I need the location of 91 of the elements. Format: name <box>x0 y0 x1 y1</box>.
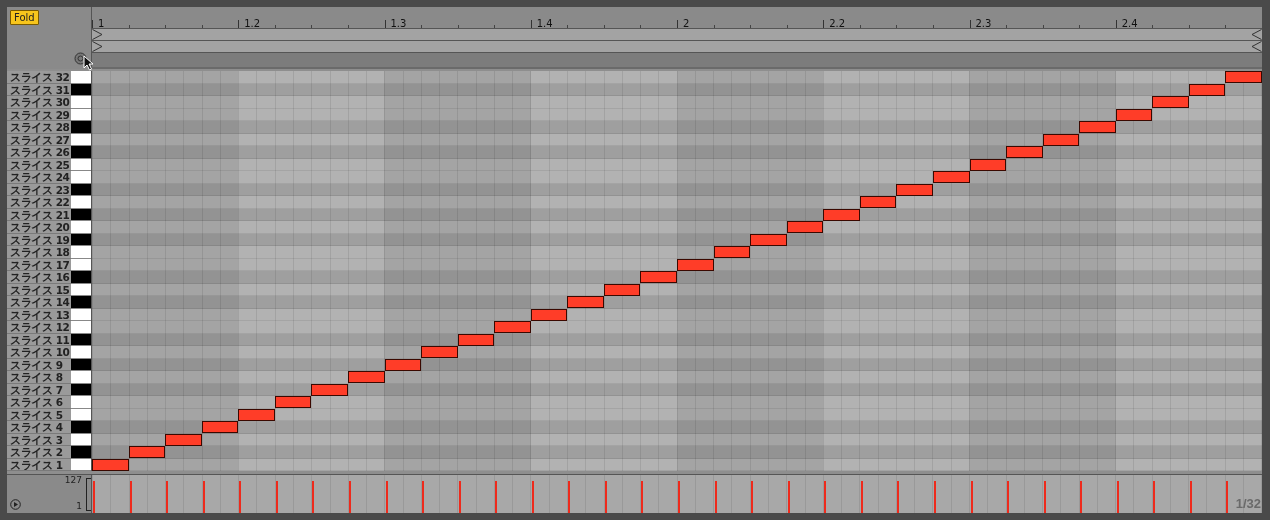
slice-label[interactable]: スライス 12 <box>7 321 71 334</box>
velocity-stem[interactable] <box>91 481 98 513</box>
velocity-stem[interactable] <box>383 481 391 513</box>
ruler-label: 2 <box>677 20 690 28</box>
midi-note[interactable] <box>494 321 531 333</box>
velocity-stem[interactable] <box>346 481 354 513</box>
piano-key[interactable] <box>71 196 91 209</box>
piano-key[interactable] <box>71 221 91 234</box>
marker-icon[interactable] <box>1251 41 1262 52</box>
midi-note[interactable] <box>421 346 458 358</box>
slice-label[interactable]: スライス 4 <box>7 421 71 434</box>
slice-label[interactable]: スライス 26 <box>7 146 71 159</box>
velocity-stem[interactable] <box>200 481 208 513</box>
ruler-label: 2.3 <box>969 20 992 28</box>
piano-key[interactable] <box>71 296 91 309</box>
fold-button[interactable]: Fold <box>10 10 39 25</box>
midi-note[interactable] <box>786 221 824 233</box>
slice-label[interactable]: スライス 6 <box>7 396 71 409</box>
play-icon[interactable] <box>10 499 21 510</box>
midi-note[interactable] <box>347 371 385 383</box>
piano-key[interactable] <box>71 396 91 409</box>
piano-key[interactable] <box>71 246 91 259</box>
velocity-stem[interactable] <box>602 481 610 513</box>
slice-label[interactable]: スライス 14 <box>7 296 71 309</box>
piano-key[interactable] <box>71 171 91 184</box>
ruler-label: 1.3 <box>384 20 407 28</box>
velocity-stem[interactable] <box>127 481 135 513</box>
velocity-stem[interactable] <box>456 481 464 513</box>
velocity-stem[interactable] <box>1114 481 1122 513</box>
velocity-stem[interactable] <box>785 481 793 513</box>
piano-key[interactable] <box>71 421 91 434</box>
piano-key[interactable] <box>71 271 91 284</box>
mouse-cursor-icon <box>83 55 94 71</box>
slice-label[interactable]: スライス 24 <box>7 171 71 184</box>
midi-note[interactable] <box>1079 121 1116 133</box>
midi-note[interactable] <box>859 196 897 208</box>
piano-key[interactable] <box>71 371 91 384</box>
marker-icon[interactable] <box>92 41 103 52</box>
slice-label[interactable]: スライス 10 <box>7 346 71 359</box>
midi-note[interactable] <box>640 271 677 283</box>
slice-label[interactable]: スライス 22 <box>7 196 71 209</box>
midi-note[interactable] <box>603 283 641 296</box>
midi-note[interactable] <box>1006 146 1043 158</box>
ruler-label: 1.4 <box>530 20 553 28</box>
time-ruler[interactable]: 1 1.2 1.3 1.4 2 2.2 2.3 2.4 <box>92 7 1262 29</box>
velocity-stem[interactable] <box>931 481 939 513</box>
piano-key[interactable] <box>71 321 91 334</box>
velocity-min-label: 1 <box>76 501 82 511</box>
ruler-label: 2.2 <box>823 20 846 28</box>
slice-label[interactable]: スライス 28 <box>7 121 71 134</box>
velocity-stem[interactable] <box>712 481 720 513</box>
midi-note[interactable] <box>165 433 202 446</box>
slice-label[interactable]: スライス 2 <box>7 446 71 459</box>
velocity-stem[interactable] <box>1041 481 1049 513</box>
velocity-stem[interactable] <box>529 481 537 513</box>
velocity-stem[interactable] <box>858 481 866 513</box>
slice-label[interactable]: スライス 8 <box>7 371 71 384</box>
grid-size-label: 1/32 <box>1235 496 1261 511</box>
midi-note[interactable] <box>969 158 1007 171</box>
midi-note[interactable] <box>530 308 568 321</box>
slice-label[interactable]: スライス 20 <box>7 221 71 234</box>
midi-note[interactable] <box>1152 96 1189 108</box>
midi-note[interactable] <box>713 246 751 258</box>
midi-note[interactable] <box>1225 71 1262 83</box>
velocity-stem[interactable] <box>676 481 683 513</box>
ruler-label: 1 <box>92 20 105 28</box>
piano-key[interactable] <box>71 146 91 159</box>
marker-icon[interactable] <box>1251 29 1262 40</box>
midi-note[interactable] <box>128 446 166 458</box>
marker-icon[interactable] <box>92 29 103 40</box>
midi-note[interactable] <box>567 296 604 308</box>
midi-note[interactable] <box>1042 133 1080 146</box>
ruler-label: 1.2 <box>238 20 261 28</box>
midi-note[interactable] <box>274 396 312 408</box>
piano-key[interactable] <box>71 71 91 84</box>
velocity-max-label: 127 <box>64 475 82 485</box>
velocity-stem[interactable] <box>273 481 281 513</box>
slice-label[interactable]: スライス 30 <box>7 96 71 109</box>
piano-key[interactable] <box>71 346 91 359</box>
velocity-stem[interactable] <box>968 481 976 513</box>
piano-key[interactable] <box>71 121 91 134</box>
slice-label[interactable]: スライス 18 <box>7 246 71 259</box>
piano-key[interactable] <box>71 96 91 109</box>
midi-note[interactable] <box>932 171 970 183</box>
velocity-stem[interactable] <box>1187 481 1195 513</box>
ruler-label: 2.4 <box>1115 20 1138 28</box>
slice-label[interactable]: スライス 16 <box>7 271 71 284</box>
midi-note[interactable] <box>92 458 129 471</box>
piano-key[interactable] <box>71 446 91 459</box>
slice-label[interactable]: スライス 32 <box>7 71 71 84</box>
midi-note[interactable] <box>201 421 239 433</box>
